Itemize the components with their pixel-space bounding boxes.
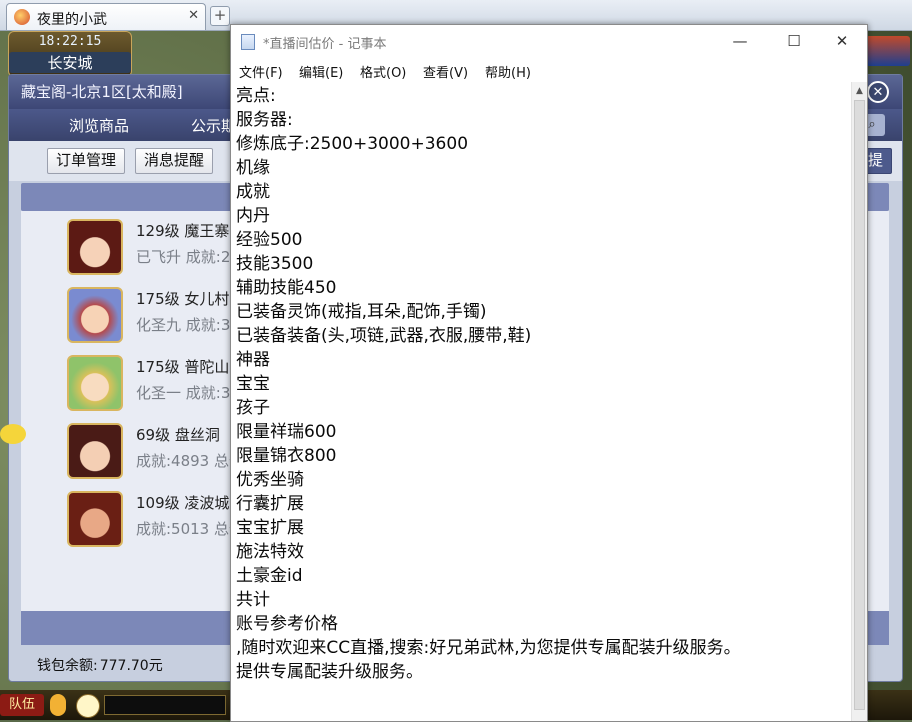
avatar (67, 287, 123, 343)
game-corner-ornament-icon (866, 36, 910, 66)
notepad-titlebar[interactable]: *直播间估价 - 记事本 — ☐ ✕ (231, 25, 867, 58)
notepad-text-area[interactable]: 亮点: 服务器: 修炼底子:2500+3000+3600 机缘 成就 内丹 经验… (231, 82, 851, 721)
text-line: 限量锦衣800 (236, 446, 337, 466)
game-time: 18:22:15 (38, 34, 102, 49)
chat-bubble-icon[interactable] (76, 694, 100, 718)
store-close-button[interactable]: ✕ (867, 81, 889, 103)
row-sub: 成就:5013 总价 (136, 520, 244, 538)
menu-format[interactable]: 格式(O) (360, 62, 406, 81)
scrollbar-thumb[interactable] (854, 100, 865, 710)
text-line: 已装备装备(头,项链,武器,衣服,腰带,鞋) (236, 326, 532, 346)
tab-close-icon[interactable]: ✕ (188, 8, 199, 23)
text-line: 内丹 (236, 206, 270, 226)
notepad-title: *直播间估价 - 记事本 (263, 37, 387, 52)
game-clock-panel: 18:22:15 长安城 (8, 31, 132, 77)
text-line: 施法特效 (236, 542, 304, 562)
row-level: 175级 女儿村 (136, 290, 230, 308)
notepad-menubar: 文件(F) 编辑(E) 格式(O) 查看(V) 帮助(H) (231, 58, 867, 82)
text-line: 提供专属配装升级服务。 (236, 662, 423, 682)
text-line: ,随时欢迎来CC直播,搜索:好兄弟武林,为您提供专属配装升级服务。 (236, 638, 741, 658)
new-tab-button[interactable]: + (210, 6, 230, 26)
text-line: 共计 (236, 590, 270, 610)
row-sub: 已飞升 成就:2 (136, 248, 231, 266)
tab-browse-goods[interactable]: 浏览商品 (45, 113, 153, 139)
text-line: 成就 (236, 182, 270, 202)
smiley-icon[interactable] (0, 424, 26, 444)
notepad-lines: 亮点: 服务器: 修炼底子:2500+3000+3600 机缘 成就 内丹 经验… (236, 84, 741, 684)
scroll-up-arrow-icon[interactable]: ▲ (852, 84, 867, 98)
store-title: 藏宝阁-北京1区[太和殿] (21, 83, 183, 101)
message-reminder-button[interactable]: 消息提醒 (135, 148, 214, 174)
notepad-window: *直播间估价 - 记事本 — ☐ ✕ 文件(F) 编辑(E) 格式(O) 查看(… (230, 24, 868, 722)
menu-file[interactable]: 文件(F) (239, 62, 283, 81)
avatar (67, 491, 123, 547)
avatar (67, 423, 123, 479)
text-line: 行囊扩展 (236, 494, 304, 514)
text-line: 服务器: (236, 110, 293, 130)
order-manage-button[interactable]: 订单管理 (47, 148, 126, 174)
close-button[interactable]: ✕ (825, 29, 859, 53)
notepad-app-icon (241, 34, 255, 50)
game-city[interactable]: 长安城 (9, 52, 131, 73)
maximize-button[interactable]: ☐ (777, 29, 811, 53)
row-level: 175级 普陀山 (136, 358, 230, 376)
row-sub: 成就:4893 总价 (136, 452, 244, 470)
menu-edit[interactable]: 编辑(E) (299, 62, 343, 81)
tab-favicon-icon (14, 9, 30, 25)
row-sub: 化圣九 成就:3 (136, 316, 231, 334)
row-level: 69级 盘丝洞 (136, 426, 220, 444)
vertical-scrollbar[interactable]: ▲ (851, 82, 867, 721)
menu-help[interactable]: 帮助(H) (485, 62, 531, 81)
wallet-label: 钱包余额: (37, 658, 98, 674)
text-line: 亮点: (236, 86, 276, 106)
text-line: 神器 (236, 350, 270, 370)
text-line: 宝宝扩展 (236, 518, 304, 538)
row-level: 109级 凌波城 (136, 494, 230, 512)
text-line: 限量祥瑞600 (236, 422, 337, 442)
menu-view[interactable]: 查看(V) (423, 62, 468, 81)
team-button[interactable]: 队伍 (0, 694, 44, 716)
wallet-balance: 钱包余额: 777.70元 (37, 655, 163, 675)
text-line: 优秀坐骑 (236, 470, 304, 490)
browser-tab[interactable]: 夜里的小武 ✕ (6, 3, 206, 30)
avatar (67, 219, 123, 275)
text-line: 账号参考价格 (236, 614, 338, 634)
minimize-button[interactable]: — (723, 29, 757, 53)
row-sub: 化圣一 成就:3 (136, 384, 231, 402)
avatar (67, 355, 123, 411)
chat-input[interactable] (104, 695, 226, 715)
text-line: 修炼底子:2500+3000+3600 (236, 134, 469, 154)
text-line: 技能3500 (236, 254, 314, 274)
microphone-icon[interactable] (50, 694, 66, 716)
text-line: 机缘 (236, 158, 270, 178)
text-line: 孩子 (236, 398, 270, 418)
tab-title: 夜里的小武 (37, 12, 107, 28)
wallet-value: 777.70元 (99, 658, 163, 674)
text-line: 辅助技能450 (236, 278, 337, 298)
text-line: 土豪金id (236, 566, 303, 586)
text-line: 经验500 (236, 230, 303, 250)
text-line: 已装备灵饰(戒指,耳朵,配饰,手镯) (236, 302, 487, 322)
row-level: 129级 魔王寨 (136, 222, 230, 240)
text-line: 宝宝 (236, 374, 270, 394)
